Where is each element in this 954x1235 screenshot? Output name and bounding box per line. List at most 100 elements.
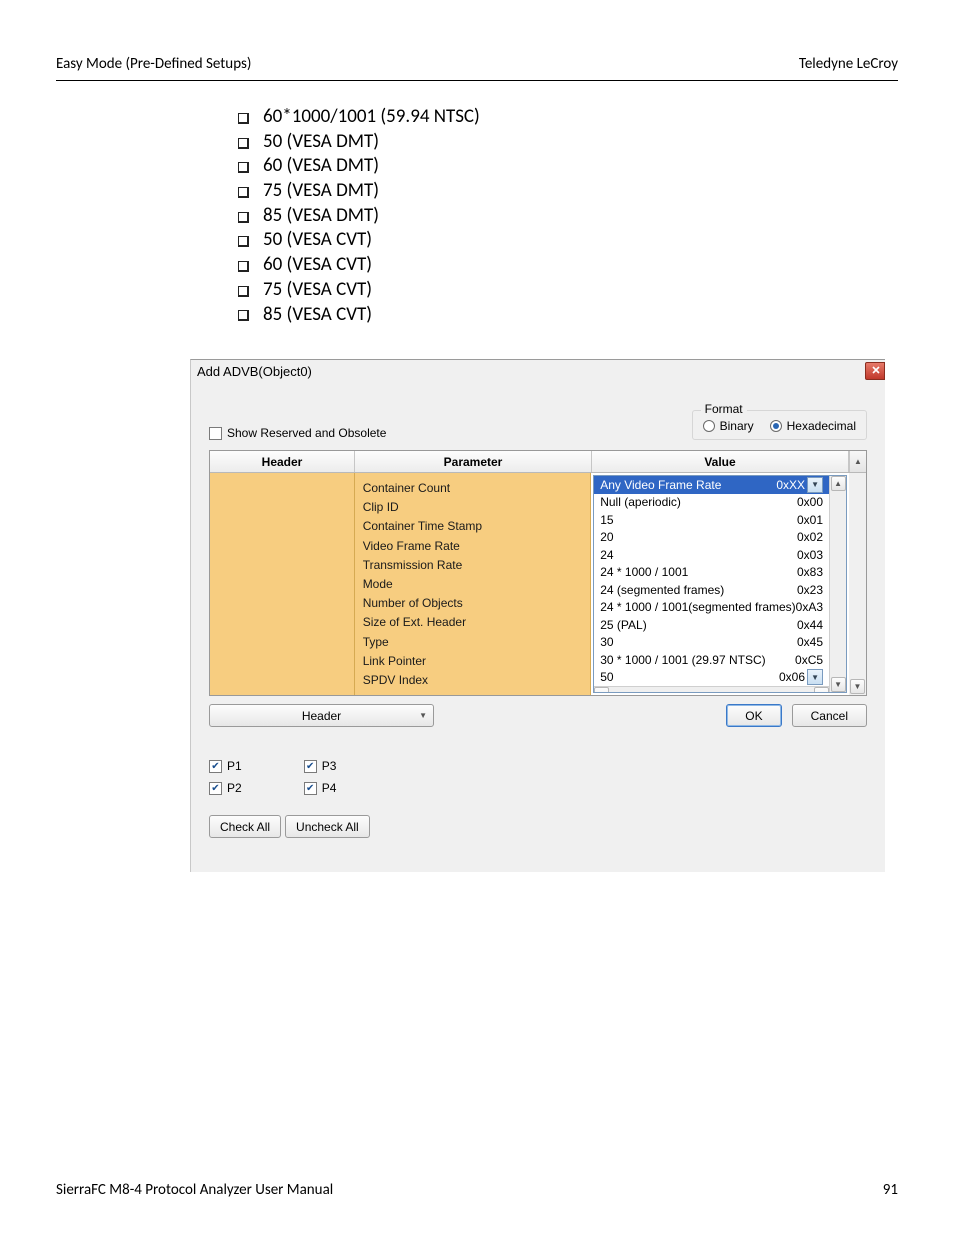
square-bullet-icon	[238, 187, 249, 198]
parameter-item[interactable]: Container Time Stamp	[363, 517, 583, 536]
parameter-item[interactable]: Container Count	[363, 479, 583, 498]
list-item: 60*1000/1001 (59.94 NTSC)	[238, 105, 480, 130]
value-option[interactable]: 500x06▼	[594, 669, 829, 687]
value-hex: 0x23	[797, 583, 823, 597]
chevron-right-icon: ►	[818, 690, 826, 693]
checkbox-icon	[209, 427, 222, 440]
value-label: 15	[600, 513, 613, 527]
value-label: 25 (PAL)	[600, 618, 646, 632]
chevron-up-icon: ▲	[834, 479, 842, 488]
header-dropdown-label: Header	[302, 709, 341, 723]
radio-icon	[703, 420, 715, 432]
parameter-column: Container Count Clip ID Container Time S…	[355, 473, 592, 695]
col-header-value[interactable]: Value	[592, 451, 849, 472]
value-option[interactable]: 300x45	[594, 634, 829, 652]
uncheck-all-button[interactable]: Uncheck All	[285, 815, 370, 838]
parameter-item[interactable]: SPDV Index	[363, 671, 583, 690]
value-hex: 0xXX	[776, 478, 805, 492]
scroll-down-button[interactable]: ▼	[831, 677, 846, 692]
port-p2-checkbox[interactable]: ✔P2	[209, 781, 242, 795]
radio-label: Binary	[720, 419, 754, 433]
radio-icon	[770, 420, 782, 432]
list-text: 60 (VESA DMT)	[263, 154, 379, 179]
value-hex: 0xA3	[796, 600, 823, 614]
dropdown-button[interactable]: ▼	[807, 477, 823, 493]
col-header-header[interactable]: Header	[210, 451, 355, 472]
value-option[interactable]: 24 * 1000 / 1001(segmented frames)0xA3	[594, 599, 829, 617]
parameter-item[interactable]: Link Pointer	[363, 652, 583, 671]
value-label: 24 * 1000 / 1001	[600, 565, 688, 579]
parameter-item[interactable]: Video Frame Rate	[363, 537, 583, 556]
page-footer: SierraFC M8-4 Protocol Analyzer User Man…	[56, 1181, 898, 1199]
value-vscrollbar[interactable]: ▲ ▼	[829, 476, 846, 692]
value-label: 50	[600, 670, 613, 684]
header-left: Easy Mode (Pre-Defined Setups)	[56, 55, 251, 73]
value-option[interactable]: 25 (PAL)0x44	[594, 616, 829, 634]
value-option[interactable]: 150x01	[594, 511, 829, 529]
scroll-right-button[interactable]: ►	[814, 687, 829, 693]
list-text: 85 (VESA DMT)	[263, 204, 379, 229]
col-header-parameter[interactable]: Parameter	[355, 451, 592, 472]
dropdown-button[interactable]: ▼	[807, 669, 823, 685]
list-item: 75 (VESA DMT)	[238, 179, 480, 204]
checkbox-icon: ✔	[209, 782, 222, 795]
port-p1-checkbox[interactable]: ✔P1	[209, 759, 242, 773]
scroll-up-button[interactable]: ▲	[849, 451, 866, 472]
checkbox-icon: ✔	[304, 760, 317, 773]
value-hex: 0x83	[797, 565, 823, 579]
value-hex: 0x02	[797, 530, 823, 544]
chevron-down-icon: ▼	[811, 480, 819, 489]
value-label: Any Video Frame Rate	[600, 478, 721, 492]
value-option[interactable]: 240x03	[594, 546, 829, 564]
list-text: 60*1000/1001 (59.94 NTSC)	[263, 105, 480, 130]
parameter-item[interactable]: Transmission Rate	[363, 556, 583, 575]
port-label: P4	[322, 781, 337, 795]
list-item: 85 (VESA DMT)	[238, 204, 480, 229]
chevron-down-icon: ▼	[834, 680, 842, 689]
value-option[interactable]: 30 * 1000 / 1001 (29.97 NTSC)0xC5	[594, 651, 829, 669]
parameter-item[interactable]: Mode	[363, 575, 583, 594]
list-text: 75 (VESA CVT)	[263, 278, 372, 303]
value-label: 30 * 1000 / 1001 (29.97 NTSC)	[600, 653, 765, 667]
check-all-button[interactable]: Check All	[209, 815, 281, 838]
ok-button[interactable]: OK	[726, 704, 781, 727]
list-item: 75 (VESA CVT)	[238, 278, 480, 303]
cancel-button[interactable]: Cancel	[792, 704, 867, 727]
list-text: 50 (VESA DMT)	[263, 130, 379, 155]
port-p3-checkbox[interactable]: ✔P3	[304, 759, 337, 773]
footer-left: SierraFC M8-4 Protocol Analyzer User Man…	[56, 1181, 333, 1199]
list-item: 85 (VESA CVT)	[238, 303, 480, 328]
format-group: Format Binary Hexadecimal	[692, 410, 867, 440]
parameter-item[interactable]: Type	[363, 633, 583, 652]
value-option[interactable]: 200x02	[594, 529, 829, 547]
square-bullet-icon	[238, 138, 249, 149]
parameter-item[interactable]: Clip ID	[363, 498, 583, 517]
dialog-titlebar: Add ADVB(Object0)	[191, 360, 885, 380]
value-option[interactable]: Any Video Frame Rate 0xXX ▼	[594, 476, 829, 494]
square-bullet-icon	[238, 162, 249, 173]
value-option[interactable]: 24 * 1000 / 1001 0x83	[594, 564, 829, 582]
scroll-down-button[interactable]: ▼	[850, 679, 865, 694]
value-hex: 0x45	[797, 635, 823, 649]
value-label: 24	[600, 548, 613, 562]
port-p4-checkbox[interactable]: ✔ P4	[304, 781, 337, 795]
scroll-up-button[interactable]: ▲	[831, 476, 846, 491]
format-binary-radio[interactable]: Binary	[703, 419, 754, 433]
parameter-item[interactable]: Number of Objects	[363, 594, 583, 613]
close-button[interactable]	[865, 362, 885, 380]
grid-vscrollbar[interactable]: ▼	[849, 473, 866, 695]
list-text: 50 (VESA CVT)	[263, 228, 372, 253]
value-hscrollbar[interactable]: ◄ ►	[594, 686, 829, 693]
scroll-left-button[interactable]: ◄	[594, 687, 609, 693]
value-label: 24 (segmented frames)	[600, 583, 724, 597]
checkbox-icon: ✔	[304, 782, 317, 795]
value-option[interactable]: 24 (segmented frames) 0x23	[594, 581, 829, 599]
parameter-item[interactable]: Size of Ext. Header	[363, 613, 583, 632]
value-option[interactable]: Null (aperiodic)0x00	[594, 494, 829, 512]
value-label: Null (aperiodic)	[600, 495, 681, 509]
show-reserved-checkbox[interactable]: Show Reserved and Obsolete	[209, 426, 386, 440]
list-item: 50 (VESA DMT)	[238, 130, 480, 155]
format-hex-radio[interactable]: Hexadecimal	[770, 419, 856, 433]
header-dropdown[interactable]: Header ▼	[209, 704, 434, 727]
list-text: 60 (VESA CVT)	[263, 253, 372, 278]
